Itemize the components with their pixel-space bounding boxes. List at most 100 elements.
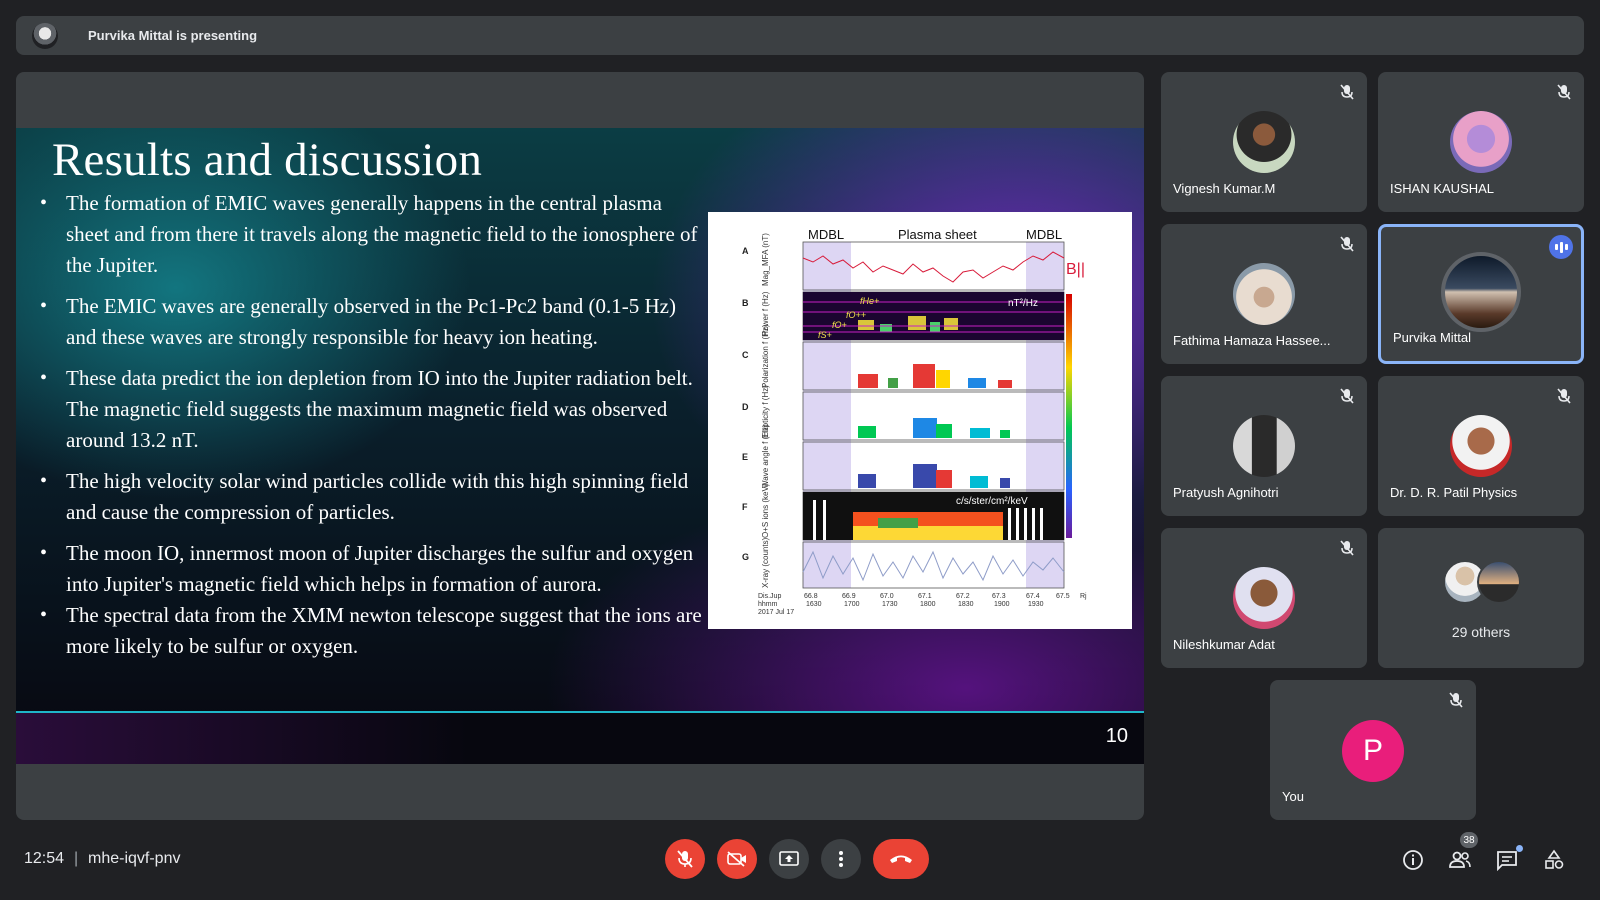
presenter-avatar bbox=[32, 22, 58, 49]
presentation-stage[interactable]: Results and discussion The formation of … bbox=[16, 72, 1144, 820]
participant-avatar bbox=[1450, 111, 1512, 173]
header-left: MDBL bbox=[808, 227, 844, 242]
slide-title: Results and discussion bbox=[52, 134, 483, 186]
x-tick-time: 1700 bbox=[844, 601, 860, 608]
participant-tile[interactable]: Dr. D. R. Patil Physics bbox=[1378, 376, 1584, 516]
panel-label: O+S ions (keV) bbox=[761, 483, 770, 538]
x-tick-time: 1830 bbox=[958, 601, 974, 608]
participant-name: Dr. D. R. Patil Physics bbox=[1390, 485, 1518, 500]
participant-avatar bbox=[1233, 567, 1295, 629]
chat-icon bbox=[1497, 851, 1517, 871]
panel-label: Polarization f (Hz) bbox=[761, 324, 770, 388]
participant-avatar bbox=[1233, 415, 1295, 477]
panel-letter: C bbox=[742, 350, 749, 360]
panel-label: Wave angle f (Hz) bbox=[761, 424, 770, 488]
flux-unit: c/s/ster/cm²/keV bbox=[956, 496, 1028, 507]
x-tick: 67.1 bbox=[918, 593, 932, 600]
chat-unread-dot bbox=[1516, 845, 1523, 852]
mic-off-icon bbox=[1337, 82, 1357, 102]
x-tick: 67.3 bbox=[992, 593, 1006, 600]
activities-button[interactable] bbox=[1540, 846, 1568, 874]
slide-figure: MDBL Plasma sheet MDBL A B C D E F G Mag… bbox=[708, 212, 1132, 629]
more-options-button[interactable] bbox=[821, 839, 861, 879]
x-tick: 67.5 bbox=[1056, 593, 1070, 600]
participant-avatar bbox=[1477, 560, 1521, 604]
participant-avatar bbox=[1233, 111, 1295, 173]
separator: | bbox=[74, 850, 79, 867]
participant-avatar bbox=[1233, 263, 1295, 325]
x-tick: 67.2 bbox=[956, 593, 970, 600]
speaking-indicator-icon bbox=[1549, 235, 1573, 259]
mic-off-icon bbox=[1337, 234, 1357, 254]
slide-bullets: The formation of EMIC waves generally ha… bbox=[40, 188, 710, 672]
x-caption: hhmm bbox=[758, 601, 778, 608]
panel-label: Mag_MFA (nT) bbox=[761, 233, 770, 286]
participant-tile[interactable]: Vignesh Kumar.M bbox=[1161, 72, 1367, 212]
participant-tile[interactable]: ISHAN KAUSHAL bbox=[1378, 72, 1584, 212]
ion-label: fO++ bbox=[846, 310, 866, 320]
bullet-item: The EMIC waves are generally observed in… bbox=[40, 291, 710, 353]
bullet-item: The moon IO, innermost moon of Jupiter d… bbox=[40, 538, 710, 600]
microphone-toggle-button[interactable] bbox=[665, 839, 705, 879]
colorbar bbox=[1066, 294, 1072, 538]
participant-tile[interactable]: Nileshkumar Adat bbox=[1161, 528, 1367, 668]
meeting-details-button[interactable] bbox=[1399, 846, 1427, 874]
x-caption: 2017 Jul 17 bbox=[758, 609, 794, 616]
ellipticity-blobs bbox=[858, 418, 1010, 438]
participant-name: Pratyush Agnihotri bbox=[1173, 485, 1279, 500]
meeting-code: mhe-iqvf-pnv bbox=[88, 850, 181, 867]
field-label: B|| bbox=[1066, 261, 1085, 278]
x-unit: Rj bbox=[1080, 593, 1087, 600]
x-caption: Dis.Jup bbox=[758, 593, 781, 600]
self-avatar: P bbox=[1342, 720, 1404, 782]
hang-up-icon bbox=[890, 855, 912, 863]
header-center: Plasma sheet bbox=[898, 227, 977, 242]
participant-name: Fathima Hamaza Hassee... bbox=[1173, 333, 1331, 348]
present-icon bbox=[779, 851, 799, 866]
participant-count-badge: 38 bbox=[1460, 832, 1478, 848]
mic-off-icon bbox=[1446, 690, 1466, 710]
more-vert-icon bbox=[839, 851, 843, 867]
presenter-label: Purvika Mittal is presenting bbox=[88, 28, 258, 43]
panel-letter: E bbox=[742, 452, 748, 462]
camera-off-icon bbox=[727, 851, 746, 867]
participant-avatar bbox=[1441, 252, 1521, 332]
x-tick: 66.8 bbox=[804, 593, 818, 600]
slide-page-number: 10 bbox=[1105, 725, 1128, 747]
self-tile[interactable]: P You bbox=[1270, 680, 1476, 820]
panel-letter: B bbox=[742, 298, 749, 308]
people-button[interactable] bbox=[1446, 846, 1474, 874]
camera-toggle-button[interactable] bbox=[717, 839, 757, 879]
polarization-blobs bbox=[858, 364, 1012, 388]
slide: Results and discussion The formation of … bbox=[16, 128, 1144, 764]
ion-label: fHe+ bbox=[860, 296, 879, 306]
panel-letter: D bbox=[742, 402, 749, 412]
bullet-item: The high velocity solar wind particles c… bbox=[40, 466, 710, 528]
others-avatars bbox=[1443, 560, 1527, 604]
x-tick-time: 1930 bbox=[1028, 601, 1044, 608]
panel-letter: A bbox=[742, 246, 749, 256]
people-icon bbox=[1449, 851, 1471, 868]
others-count-label: 29 others bbox=[1451, 624, 1511, 640]
power-unit: nT²/Hz bbox=[1008, 298, 1038, 309]
x-tick-time: 1630 bbox=[806, 601, 822, 608]
x-tick: 67.0 bbox=[880, 593, 894, 600]
participant-tile-active-speaker[interactable]: Purvika Mittal bbox=[1378, 224, 1584, 364]
leave-call-button[interactable] bbox=[873, 839, 929, 879]
participant-tile[interactable]: Fathima Hamaza Hassee... bbox=[1161, 224, 1367, 364]
bullet-item: The spectral data from the XMM newton te… bbox=[40, 600, 710, 662]
others-tile[interactable]: 29 others bbox=[1378, 528, 1584, 668]
header-right: MDBL bbox=[1026, 227, 1062, 242]
x-tick-time: 1730 bbox=[882, 601, 898, 608]
x-tick: 67.4 bbox=[1026, 593, 1040, 600]
present-screen-button[interactable] bbox=[769, 839, 809, 879]
mic-off-icon bbox=[1337, 386, 1357, 406]
participant-name: Purvika Mittal bbox=[1393, 330, 1472, 345]
participant-tile[interactable]: Pratyush Agnihotri bbox=[1161, 376, 1367, 516]
bullet-item: The formation of EMIC waves generally ha… bbox=[40, 188, 710, 281]
mic-off-icon bbox=[677, 850, 693, 868]
x-tick: 66.9 bbox=[842, 593, 856, 600]
panel-label: X-ray (counts) bbox=[761, 537, 770, 588]
slide-footer: 10 bbox=[16, 713, 1144, 764]
mic-off-icon bbox=[1554, 82, 1574, 102]
